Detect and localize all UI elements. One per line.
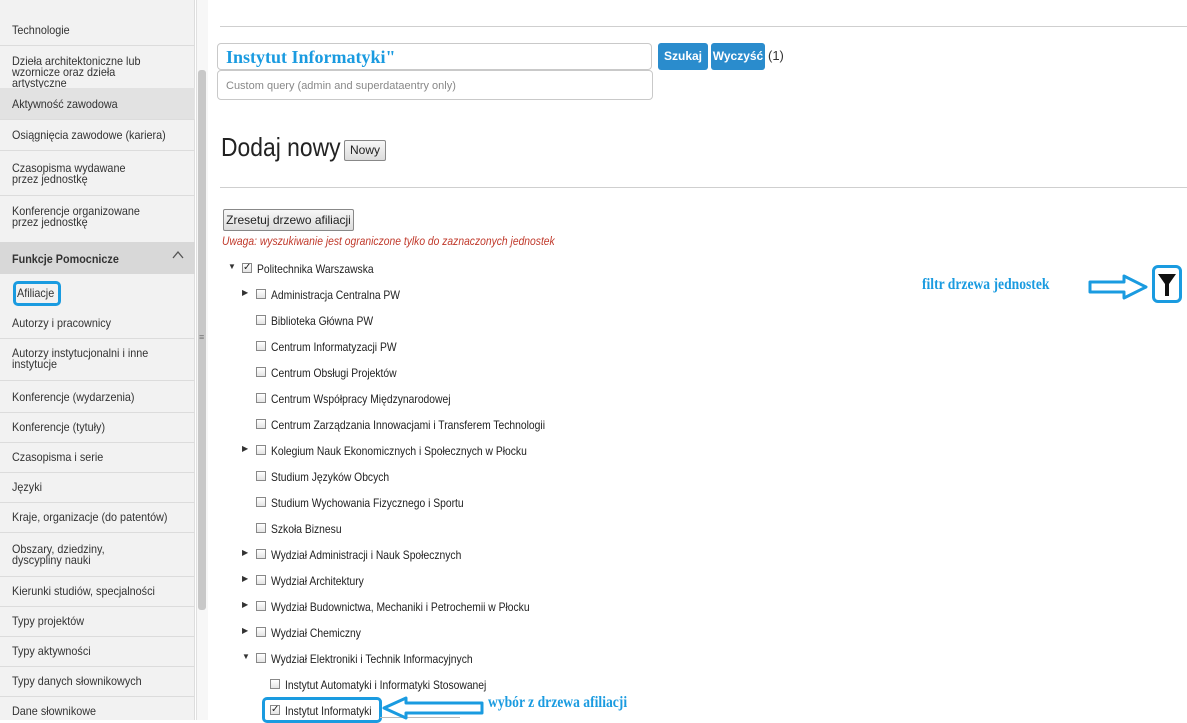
highlight-instytut-informatyki: [262, 697, 382, 723]
sidebar-item-konferencje-organizowane[interactable]: Konferencje organizowane przez jednostkę: [0, 205, 178, 228]
custom-query-input[interactable]: Custom query (admin and superdataentry o…: [217, 70, 653, 100]
sidebar: Technologie Dzieła architektoniczne lub …: [0, 0, 195, 720]
sidebar-item-dane-slownikowe[interactable]: Dane słownikowe: [0, 705, 195, 717]
checkbox-icon[interactable]: [256, 341, 266, 351]
sidebar-item-konferencje-wydarzenia[interactable]: Konferencje (wydarzenia): [0, 391, 195, 403]
tree-collapse-icon[interactable]: ▼: [242, 652, 252, 661]
sidebar-item-jezyki[interactable]: Języki: [0, 481, 195, 493]
sidebar-item-konferencje-tytuly[interactable]: Konferencje (tytuły): [0, 421, 195, 433]
sidebar-item-osiagniecia[interactable]: Osiągnięcia zawodowe (kariera): [0, 129, 195, 141]
checkbox-icon[interactable]: [256, 627, 266, 637]
checkbox-icon[interactable]: ✓: [242, 263, 252, 273]
checkbox-icon[interactable]: [270, 679, 280, 689]
checkbox-icon[interactable]: [256, 471, 266, 481]
sidebar-item-czasopisma-wydawane[interactable]: Czasopisma wydawane przez jednostkę: [0, 162, 170, 185]
sidebar-section-funkcje-pomocnicze[interactable]: Funkcje Pomocnicze: [0, 242, 195, 274]
tree-collapse-icon[interactable]: ▼: [228, 262, 238, 271]
checkbox-icon[interactable]: [256, 575, 266, 585]
checkbox-icon[interactable]: [256, 523, 266, 533]
checkbox-icon[interactable]: [256, 393, 266, 403]
checkbox-icon[interactable]: [256, 419, 266, 429]
sidebar-item-kierunki[interactable]: Kierunki studiów, specjalności: [0, 585, 195, 597]
checkbox-icon[interactable]: [256, 315, 266, 325]
new-button[interactable]: Nowy: [344, 140, 386, 161]
divider: [220, 187, 1187, 188]
annotation-filter-label: filtr drzewa jednostek: [922, 276, 1050, 293]
arrow-right-icon: [1088, 274, 1148, 300]
clear-button[interactable]: Wyczyść: [711, 43, 765, 70]
sidebar-item-kraje[interactable]: Kraje, organizacje (do patentów): [0, 511, 195, 523]
sidebar-item-typy-danych[interactable]: Typy danych słownikowych: [0, 675, 195, 687]
filter-funnel-icon: [1158, 274, 1176, 296]
annotation-selection-label: wybór z drzewa afiliacji: [488, 694, 628, 711]
tree-expand-icon[interactable]: ▶: [242, 574, 252, 583]
filter-button[interactable]: [1152, 265, 1182, 303]
tree-expand-icon[interactable]: ▶: [242, 288, 252, 297]
checkbox-icon[interactable]: [256, 289, 266, 299]
checkbox-icon[interactable]: [256, 653, 266, 663]
warning-text: Uwaga: wyszukiwanie jest ograniczone tyl…: [222, 234, 555, 248]
sidebar-item-dziela[interactable]: Dzieła architektoniczne lub wzornicze or…: [0, 55, 185, 89]
divider: [220, 26, 1187, 27]
checkbox-icon[interactable]: [256, 497, 266, 507]
sidebar-item-czasopisma-serie[interactable]: Czasopisma i serie: [0, 451, 195, 463]
tree-expand-icon[interactable]: ▶: [242, 444, 252, 453]
sidebar-item-typy-projektow[interactable]: Typy projektów: [0, 615, 195, 627]
highlight-afiliacje: [13, 281, 61, 306]
search-button[interactable]: Szukaj: [658, 43, 708, 70]
sidebar-item-autorzy[interactable]: Autorzy i pracownicy: [0, 317, 195, 329]
tree-expand-icon[interactable]: ▶: [242, 600, 252, 609]
checkbox-icon[interactable]: [256, 367, 266, 377]
tree-expand-icon[interactable]: ▶: [242, 626, 252, 635]
checkbox-icon[interactable]: [256, 601, 266, 611]
sidebar-item-typy-aktywnosci[interactable]: Typy aktywności: [0, 645, 195, 657]
result-count: (1): [768, 48, 784, 63]
search-input[interactable]: Instytut Informatyki": [217, 43, 652, 70]
sidebar-item-technologie[interactable]: Technologie: [0, 24, 195, 36]
resize-grip-icon[interactable]: ≡: [199, 333, 204, 342]
reset-tree-button[interactable]: Zresetuj drzewo afiliacji: [223, 209, 354, 231]
checkbox-icon[interactable]: [256, 549, 266, 559]
section-header-label: Funkcje Pomocnicze: [12, 252, 119, 266]
arrow-left-icon: [382, 696, 484, 720]
sidebar-item-autorzy-instytucjonalni[interactable]: Autorzy instytucjonalni i inne instytucj…: [0, 347, 165, 370]
checkbox-icon[interactable]: [256, 445, 266, 455]
tree-expand-icon[interactable]: ▶: [242, 548, 252, 557]
sidebar-item-aktywnosc-zawodowa[interactable]: Aktywność zawodowa: [0, 98, 195, 110]
page-title: Dodaj nowy: [221, 132, 341, 162]
chevron-up-icon[interactable]: [171, 248, 185, 265]
sidebar-item-obszary[interactable]: Obszary, dziedziny, dyscypliny nauki: [0, 543, 170, 566]
